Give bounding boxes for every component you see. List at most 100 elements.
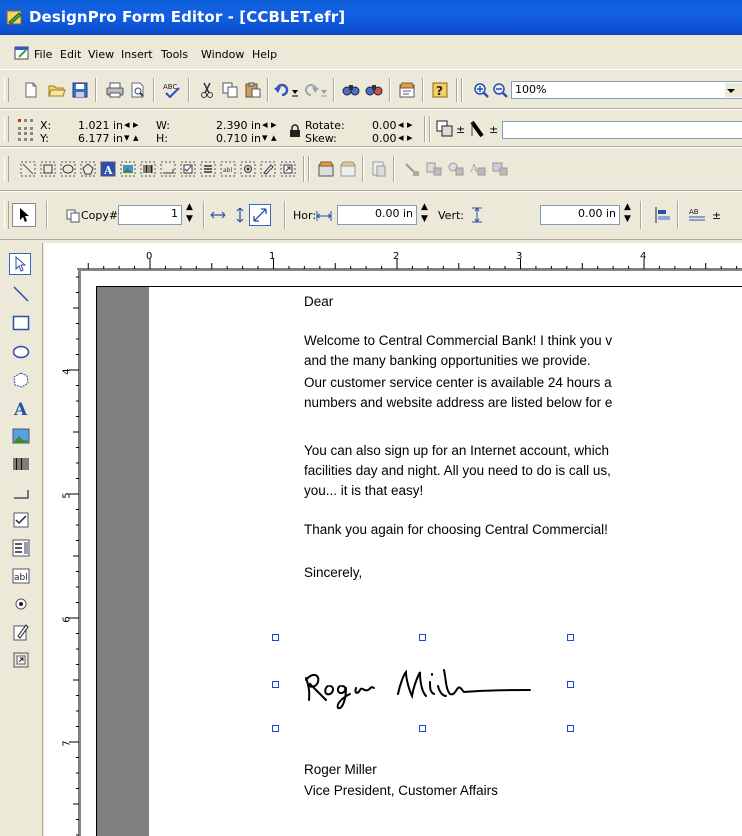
print-preview-icon[interactable] [128, 80, 148, 100]
toolbar-grip[interactable] [4, 201, 9, 229]
toolbar-grip[interactable] [4, 116, 9, 142]
textbox-field-icon[interactable]: abl [218, 159, 238, 179]
horizontal-spacing-icon[interactable] [314, 206, 334, 226]
merge-image-icon[interactable] [490, 159, 510, 179]
letter-salutation[interactable]: Dear [304, 292, 333, 312]
lock-icon[interactable] [285, 121, 305, 141]
group-icon[interactable] [316, 159, 336, 179]
align-left-icon[interactable] [653, 205, 673, 225]
menu-insert[interactable]: Insert [121, 48, 153, 61]
menu-tools[interactable]: Tools [161, 48, 188, 61]
selection-handle-top-right[interactable] [567, 634, 574, 641]
open-folder-icon[interactable] [47, 80, 67, 100]
ellipse-field-icon[interactable] [58, 159, 78, 179]
letter-paragraph-line[interactable]: and the many banking opportunities we pr… [304, 351, 591, 371]
zoom-out-icon[interactable] [490, 80, 510, 100]
image-field-icon[interactable] [118, 159, 138, 179]
merge-icon[interactable] [424, 159, 444, 179]
signer-name[interactable]: Roger Miller [304, 760, 377, 780]
vert-spacing-input[interactable]: 0.00 in [540, 205, 620, 225]
selection-handle-bottom[interactable] [419, 725, 426, 732]
menu-view[interactable]: View [88, 48, 114, 61]
menu-file[interactable]: File [34, 48, 52, 61]
menu-edit[interactable]: Edit [60, 48, 81, 61]
copy-icon[interactable] [220, 80, 240, 100]
rotate-value[interactable]: 0.00 [372, 119, 397, 132]
zoom-dropdown-button[interactable] [725, 83, 742, 97]
checkbox-tool-icon[interactable] [9, 508, 33, 532]
list-field-icon[interactable] [198, 159, 218, 179]
text-field-icon[interactable]: A [98, 159, 118, 179]
paste-icon[interactable] [243, 80, 263, 100]
replace-icon[interactable] [364, 80, 384, 100]
text-tool-icon[interactable]: A [9, 396, 33, 420]
signature-image[interactable] [298, 660, 538, 710]
x-value[interactable]: 1.021 in [78, 119, 123, 132]
vertical-arrow-icon[interactable] [230, 205, 250, 225]
hor-spacing-spinner[interactable]: ▲ ▼ [421, 201, 428, 225]
w-spin-icon[interactable]: ◂ ▸ [262, 118, 277, 131]
vert-spacing-spinner[interactable]: ▲ ▼ [624, 201, 631, 225]
letter-closing[interactable]: Sincerely, [304, 563, 362, 583]
radio-tool-icon[interactable] [9, 592, 33, 616]
merge-field-icon[interactable] [446, 159, 466, 179]
ungroup-icon[interactable] [338, 159, 358, 179]
copy-pages-icon[interactable] [63, 206, 83, 226]
skew-value[interactable]: 0.00 [372, 132, 397, 145]
select-tool-icon[interactable] [9, 253, 31, 275]
radio-field-icon[interactable] [238, 159, 258, 179]
letter-paragraph-line[interactable]: You can also sign up for an Internet acc… [304, 441, 609, 461]
menu-window[interactable]: Window [201, 48, 244, 61]
anchor-grid-icon[interactable] [16, 127, 36, 147]
barcode-field-icon[interactable] [138, 159, 158, 179]
image-tool-icon[interactable] [9, 424, 33, 448]
rectangle-field-icon[interactable] [38, 159, 58, 179]
arrange-icon[interactable] [435, 119, 455, 139]
h-value[interactable]: 0.710 in [216, 132, 261, 145]
vertical-spacing-icon[interactable] [467, 205, 487, 225]
selection-handle-left[interactable] [272, 681, 279, 688]
letter-paragraph-line[interactable]: you... it is that easy! [304, 481, 423, 501]
document-icon[interactable] [14, 46, 30, 60]
barcode-tool-icon[interactable] [9, 452, 33, 476]
line-style-dropdown-icon[interactable]: ± [489, 123, 498, 136]
save-icon[interactable] [70, 80, 90, 100]
ellipse-tool-icon[interactable] [9, 340, 33, 364]
selection-handle-bottom-left[interactable] [272, 725, 279, 732]
rectangle-tool-icon[interactable] [9, 311, 33, 335]
horizontal-arrow-icon[interactable] [208, 205, 228, 225]
signer-title[interactable]: Vice President, Customer Affairs [304, 781, 498, 801]
zoom-select[interactable]: 100% [511, 81, 742, 99]
cut-icon[interactable] [197, 80, 217, 100]
toolbar-grip[interactable] [4, 156, 9, 182]
signature-tool-icon[interactable] [9, 620, 33, 644]
y-value[interactable]: 6.177 in [78, 132, 123, 145]
print-icon[interactable] [105, 80, 125, 100]
hor-spacing-input[interactable]: 0.00 in [337, 205, 417, 225]
textbox-tool-icon[interactable]: abl [9, 564, 33, 588]
menu-help[interactable]: Help [252, 48, 277, 61]
database-icon[interactable] [369, 159, 389, 179]
toolbar-grip[interactable] [4, 78, 9, 102]
diagonal-arrow-icon[interactable] [249, 204, 271, 226]
x-spin-icon[interactable]: ◂ ▸ [124, 118, 139, 131]
polygon-field-icon[interactable] [78, 159, 98, 179]
select-region-icon[interactable] [18, 159, 38, 179]
h-spin-icon[interactable]: ▾ ▴ [262, 131, 277, 144]
spellcheck-icon[interactable]: ABC [162, 80, 182, 100]
selection-handle-bottom-right[interactable] [567, 725, 574, 732]
letter-paragraph-line[interactable]: Welcome to Central Commercial Bank! I th… [304, 331, 612, 351]
redo-dropdown-icon[interactable] [314, 82, 334, 102]
button-tool-icon[interactable] [9, 648, 33, 672]
rotate-spin-icon[interactable]: ◂ ▸ [398, 118, 413, 131]
pointer-tool-icon[interactable] [12, 203, 36, 227]
copy-count-input[interactable]: 1 [118, 205, 182, 225]
title-bar[interactable]: DesignPro Form Editor - [CCBLET.efr] [0, 0, 742, 35]
skew-spin-icon[interactable]: ◂ ▸ [398, 131, 413, 144]
signature-field-icon[interactable] [258, 159, 278, 179]
copy-count-spinner[interactable]: ▲ ▼ [186, 201, 193, 225]
checkbox-field-icon[interactable] [178, 159, 198, 179]
merge-text-icon[interactable]: A [468, 159, 488, 179]
selection-handle-right[interactable] [567, 681, 574, 688]
selection-handle-top-left[interactable] [272, 634, 279, 641]
